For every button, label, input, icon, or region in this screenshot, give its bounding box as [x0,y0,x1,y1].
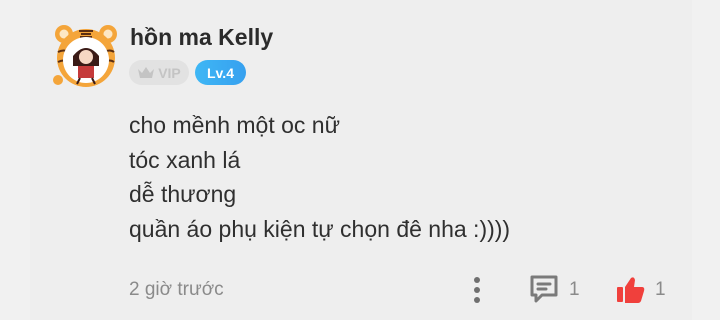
like-count: 1 [655,279,666,300]
tiger-frame-avatar-icon [53,25,117,87]
avatar[interactable] [50,22,122,88]
comment-text: cho mềnh một oc nữ tóc xanh lá dễ thương… [129,108,510,246]
like-button[interactable] [615,274,647,306]
timestamp: 2 giờ trước [129,279,224,300]
comment-line: dễ thương [129,181,237,207]
reply-count: 1 [569,279,580,300]
crown-icon [138,66,155,78]
comment-line: cho mềnh một oc nữ [129,112,340,138]
vip-label: VIP [158,64,181,81]
more-options-button[interactable] [466,276,488,304]
more-vertical-icon [474,277,480,303]
level-badge: Lv.4 [195,60,246,85]
comment-icon [530,275,558,303]
comment-line: quần áo phụ kiện tự chọn đê nha :)))) [129,215,511,242]
comment-line: tóc xanh lá [129,146,241,173]
reply-button[interactable] [528,273,560,305]
username[interactable]: hồn ma Kelly [130,24,273,51]
vip-badge: VIP [129,60,189,85]
thumbs-up-icon [617,277,645,303]
